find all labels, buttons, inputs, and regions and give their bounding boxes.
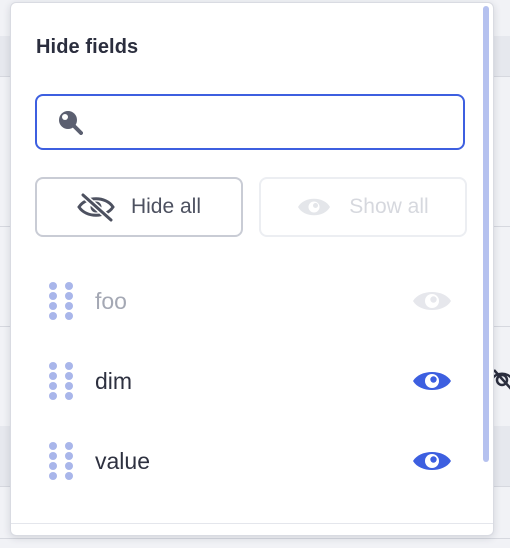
eye-icon[interactable] xyxy=(411,366,453,396)
hide-fields-popover: Hide fields Hide all Show all foo dim va… xyxy=(10,2,494,536)
eye-icon[interactable] xyxy=(411,446,453,476)
panel-title: Hide fields xyxy=(36,36,139,58)
background-row-divider xyxy=(0,538,510,539)
search-icon xyxy=(57,109,83,135)
show-all-button[interactable]: Show all xyxy=(259,177,467,237)
drag-handle-icon[interactable] xyxy=(49,282,75,320)
eye-off-icon xyxy=(77,192,115,222)
divider xyxy=(11,523,493,524)
drag-handle-icon[interactable] xyxy=(49,442,75,480)
field-row-foo: foo xyxy=(49,273,453,329)
drag-handle-icon[interactable] xyxy=(49,362,75,400)
search-field[interactable] xyxy=(35,94,465,150)
field-label: value xyxy=(95,447,150,474)
hide-all-button[interactable]: Hide all xyxy=(35,177,243,237)
field-row-value: value xyxy=(49,433,453,489)
field-row-dim: dim xyxy=(49,353,453,409)
search-input[interactable] xyxy=(91,101,451,143)
scrollbar[interactable] xyxy=(483,6,489,462)
eye-icon[interactable] xyxy=(411,286,453,316)
eye-icon xyxy=(297,192,331,222)
field-label: foo xyxy=(95,287,127,314)
field-label: dim xyxy=(95,367,133,394)
hide-all-label: Hide all xyxy=(130,195,202,218)
show-all-label: Show all xyxy=(349,195,429,218)
